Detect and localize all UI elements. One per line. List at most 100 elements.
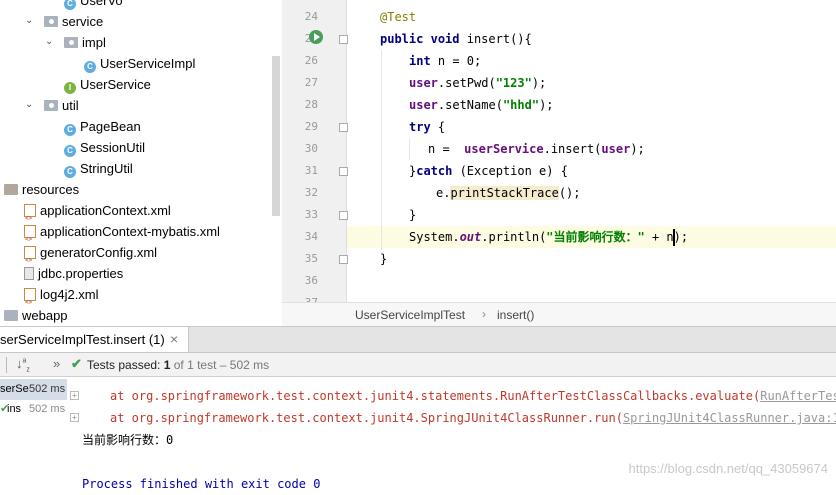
tree-scrollbar[interactable] (272, 56, 280, 216)
code-field: user (409, 76, 438, 90)
package-icon (44, 16, 58, 27)
code-text: .setPwd( (437, 76, 496, 90)
tree-item-pagebean[interactable]: C PageBean (64, 116, 141, 137)
line-number: 28 (304, 98, 318, 111)
line-number: 29 (304, 120, 318, 133)
code-string: "hhd" (502, 98, 540, 112)
code-line: e.printStackTrace(); (436, 182, 581, 204)
code-line: try { (409, 116, 445, 138)
tree-item-applicationcontext-mybatis-xml[interactable]: applicationContext-mybatis.xml (24, 221, 220, 250)
tree-item-userserviceimpl[interactable]: C UserServiceImpl (84, 53, 195, 74)
tree-item-service[interactable]: service (44, 11, 103, 32)
stack-link[interactable]: RunAfterTestCl (760, 389, 836, 403)
run-tab-label: serServiceImplTest.insert (1) (0, 332, 165, 347)
stack-link[interactable]: SpringJUnit4ClassRunner.java:190 (623, 411, 836, 425)
chevron-down-icon[interactable]: ⌄ (45, 37, 55, 47)
breadcrumb-class[interactable]: UserServiceImplTest (355, 308, 465, 322)
run-tab[interactable]: serServiceImplTest.insert (1) × (0, 327, 189, 352)
toolbar-divider (6, 357, 7, 373)
fold-marker-icon[interactable] (339, 167, 348, 176)
test-row-method[interactable]: ✔ ins 502 ms (0, 399, 67, 420)
line-number: 36 (304, 274, 318, 287)
tree-item-label: SessionUtil (80, 140, 146, 155)
tree-item-label: UserVo (80, 0, 123, 8)
test-results-tree: serSe 502 ms ✔ ins 502 ms (0, 377, 69, 490)
tree-item-label: service (62, 14, 104, 29)
line-number: 26 (304, 54, 318, 67)
interface-icon: I (64, 82, 76, 94)
package-icon (64, 37, 78, 48)
test-row-time: 502 ms (29, 403, 66, 415)
expand-icon[interactable]: + (70, 413, 79, 422)
code-line: int n = 0; (409, 50, 481, 72)
chevron-down-icon[interactable]: ⌄ (25, 16, 35, 26)
watermark: https://blog.csdn.net/qq_43059674 (628, 461, 829, 476)
tree-item-webapp[interactable]: webapp (4, 305, 68, 326)
tree-item-label: generatorConfig.xml (40, 245, 158, 260)
code-text: n = (428, 142, 465, 156)
tree-item-resources[interactable]: resources (4, 179, 79, 200)
code-text: .println( (481, 230, 547, 244)
code-text: .setName( (437, 98, 503, 112)
stack-text: at org.springframework.test.context.juni… (110, 389, 761, 403)
tree-item-util[interactable]: util (44, 95, 79, 116)
test-toolbar: ↓az » ✔ Tests passed: 1 of 1 test – 502 … (0, 353, 836, 377)
more-actions-icon[interactable]: » (53, 356, 60, 371)
sort-alphabetically-icon[interactable]: ↓az (16, 356, 30, 374)
tree-item-label: resources (22, 182, 80, 197)
chevron-down-icon[interactable]: ⌄ (25, 100, 35, 110)
tree-item-applicationcontext-xml[interactable]: applicationContext.xml (24, 200, 171, 229)
close-icon[interactable]: × (170, 327, 178, 352)
tree-item-generatorconfig-xml[interactable]: generatorConfig.xml (24, 242, 158, 271)
fold-marker-icon[interactable] (339, 211, 348, 220)
xml-file-icon (24, 204, 36, 229)
line-number: 30 (304, 142, 318, 155)
test-row-label: serSe (0, 383, 29, 395)
fold-marker-icon[interactable] (339, 255, 348, 264)
code-line: public void insert(){ (380, 28, 532, 50)
console-stack-line: at org.springframework.test.context.juni… (110, 407, 836, 429)
fold-marker-icon[interactable] (339, 35, 348, 44)
package-icon (44, 100, 58, 111)
tree-item-uservo[interactable]: C UserVo (64, 0, 123, 11)
line-number: 31 (304, 164, 318, 177)
line-number: 32 (304, 186, 318, 199)
code-text: ); (539, 98, 554, 112)
text-cursor (673, 229, 675, 246)
tree-item-label: UserServiceImpl (100, 56, 196, 71)
code-line: } (409, 204, 416, 226)
breadcrumb-method[interactable]: insert() (497, 308, 534, 322)
resources-folder-icon (4, 184, 18, 195)
folder-icon (4, 310, 18, 321)
tree-item-label: StringUtil (80, 161, 133, 176)
xml-file-icon (24, 288, 36, 313)
tree-item-stringutil[interactable]: C StringUtil (64, 158, 133, 179)
test-row-time: 502 ms (29, 383, 66, 395)
tests-total-label: of 1 test – 502 ms (173, 358, 270, 372)
code-text: (Exception e) { (452, 164, 568, 178)
test-row-class[interactable]: serSe 502 ms (0, 379, 67, 400)
fold-marker-icon[interactable] (339, 123, 348, 132)
tree-item-userservice[interactable]: I UserService (64, 74, 151, 95)
tree-item-label: jdbc.properties (38, 266, 124, 281)
breadcrumb-separator-icon: › (482, 307, 486, 321)
code-line: n = userService.insert(user); (428, 138, 645, 160)
tree-item-sessionutil[interactable]: C SessionUtil (64, 137, 145, 158)
line-number: 35 (304, 252, 318, 265)
code-string: "123" (495, 76, 532, 90)
tests-status: Tests passed: 1 of 1 test – 502 ms (87, 358, 269, 372)
tree-item-jdbc-properties[interactable]: jdbc.properties (24, 263, 123, 284)
check-icon: ✔ (71, 356, 82, 371)
expand-icon[interactable]: + (70, 391, 79, 400)
code-line: }catch (Exception e) { (409, 160, 568, 182)
project-tree: C UserVo ⌄ service ⌄ impl C UserServiceImp… (0, 0, 282, 326)
code-string: "当前影响行数：" (546, 230, 645, 244)
code-line: user.setName("hhd"); (409, 94, 554, 116)
line-number: 24 (304, 10, 318, 23)
stack-text: at org.springframework.test.context.juni… (110, 411, 623, 425)
tree-item-impl[interactable]: impl (64, 32, 106, 53)
run-test-icon[interactable] (309, 30, 323, 44)
code-field: userService (464, 142, 544, 156)
tree-item-log4j2-xml[interactable]: log4j2.xml (24, 284, 99, 313)
code-keyword: catch (416, 164, 453, 178)
